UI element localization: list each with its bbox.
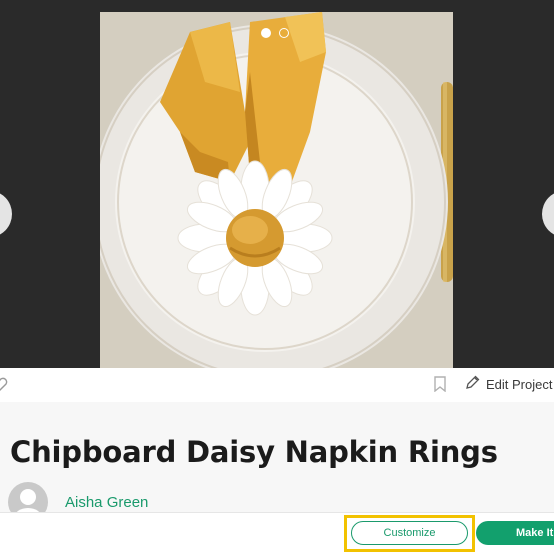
make-it-button[interactable]: Make It [476, 521, 554, 545]
carousel-dot-2[interactable] [279, 28, 289, 38]
next-slide-button[interactable] [542, 191, 554, 237]
project-title: Chipboard Daisy Napkin Rings [10, 435, 498, 469]
image-carousel[interactable] [0, 0, 554, 368]
pencil-icon [465, 375, 480, 393]
bookmark-icon[interactable] [433, 376, 447, 396]
customize-button[interactable]: Customize [351, 521, 468, 545]
project-image [100, 12, 453, 368]
edit-project-button[interactable]: Edit Project [465, 375, 552, 393]
project-page: Edit Project Chipboard Daisy Napkin Ring… [0, 0, 554, 554]
carousel-dot-1[interactable] [261, 28, 271, 38]
edit-project-label: Edit Project [486, 376, 553, 392]
carousel-indicators [261, 28, 289, 38]
previous-slide-button[interactable] [0, 191, 12, 237]
author-link[interactable]: Aisha Green [65, 494, 148, 511]
project-action-bar: Edit Project [0, 368, 554, 402]
heart-icon[interactable] [0, 376, 8, 396]
